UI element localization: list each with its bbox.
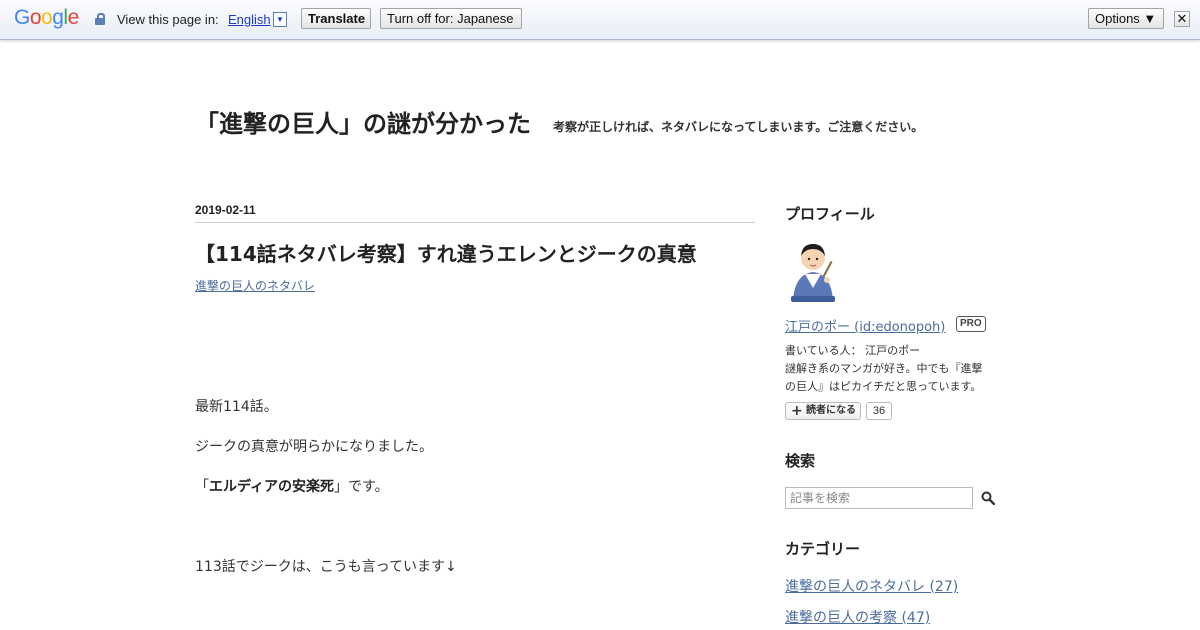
profile-heading: プロフィール [785, 205, 875, 223]
paragraph-3-prefix: 「 [195, 479, 209, 495]
paragraph-3-suffix: 」です。 [334, 479, 389, 495]
date-divider [195, 222, 755, 223]
category-heading: カテゴリー [785, 540, 861, 558]
language-dropdown-arrow-icon[interactable]: ▼ [273, 12, 287, 27]
category-link[interactable]: 進撃の巨人の考察 (47) [785, 607, 930, 627]
pro-badge[interactable]: PRO [956, 316, 986, 332]
translate-bar: Google View this page in: English ▼ Tran… [0, 0, 1200, 40]
profile-text-line-2: 謎解き系のマンガが好き。中でも『進撃 [785, 362, 983, 375]
language-select[interactable]: English [228, 12, 271, 27]
google-logo: Google [14, 6, 79, 29]
avatar[interactable] [785, 238, 841, 304]
paragraph-3-bold: エルディアの安楽死 [209, 479, 335, 495]
close-icon[interactable]: ✕ [1174, 11, 1190, 27]
profile-name-link[interactable]: 江戸のポー (id:edonopoh) [785, 316, 945, 335]
translate-button[interactable]: Translate [301, 8, 371, 29]
profile-text-line-3: の巨人』はピカイチだと思っています。 [785, 380, 982, 393]
entry-title[interactable]: 【114話ネタバレ考察】すれ違うエレンとジークの真意 [195, 238, 697, 267]
follow-label: 読者になる [806, 405, 856, 416]
turn-off-button[interactable]: Turn off for: Japanese [380, 8, 522, 29]
entry-category-link[interactable]: 進撃の巨人のネタバレ [195, 277, 315, 294]
blog-description: 考察が正しければ、ネタバレになってしまいます。ご注意ください。 [553, 120, 924, 134]
follow-button[interactable]: + 読者になる [785, 402, 861, 420]
search-heading: 検索 [785, 452, 816, 470]
profile-text-line-1: 書いている人： 江戸のポー [785, 344, 921, 357]
options-button[interactable]: Options ▼ [1088, 8, 1164, 29]
follower-count[interactable]: 36 [866, 402, 892, 420]
search-icon[interactable] [981, 491, 995, 505]
blog-title[interactable]: 「進撃の巨人」の謎が分かった [195, 104, 531, 139]
entry-date[interactable]: 2019-02-11 [195, 203, 256, 217]
search-input[interactable] [785, 487, 973, 509]
paragraph-2: ジークの真意が明らかになりました。 [195, 439, 433, 455]
paragraph-4: 113話でジークは、こうも言っています↓ [195, 559, 457, 575]
plus-icon: + [791, 403, 803, 419]
view-in-label: View this page in: [117, 12, 219, 27]
lock-icon [95, 13, 105, 25]
paragraph-1: 最新114話。 [195, 399, 278, 415]
category-link[interactable]: 進撃の巨人のネタバレ (27) [785, 576, 958, 596]
paragraph-3: 「エルディアの安楽死」です。 [195, 476, 389, 496]
